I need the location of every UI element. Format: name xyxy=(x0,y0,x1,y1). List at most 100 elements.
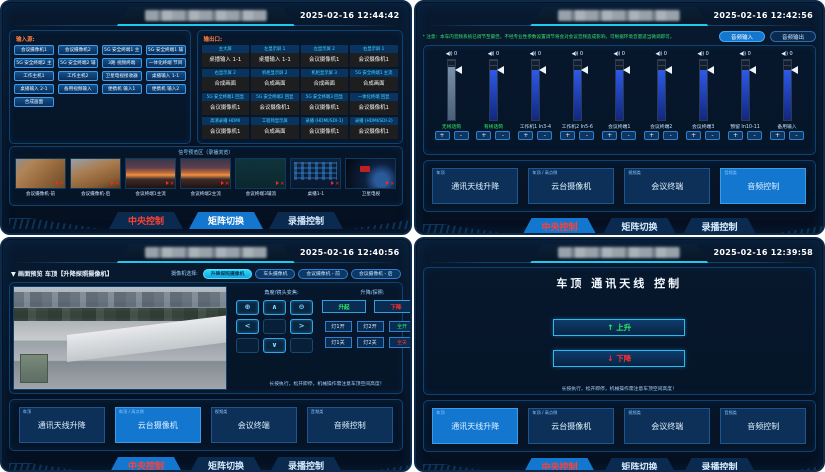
category-button[interactable]: 车顶 / 高点侧 云台摄像机 xyxy=(528,408,614,444)
slider-handle[interactable] xyxy=(455,66,462,74)
output-cell[interactable]: 5G 安全终端3 回显 会议摄像机1 xyxy=(301,93,349,115)
antenna-down-button[interactable]: ↓ 下降 xyxy=(553,350,685,367)
volume-down-button[interactable]: - xyxy=(579,131,594,140)
nav-tab[interactable]: 中央控制 xyxy=(109,212,183,229)
slider-handle[interactable] xyxy=(707,66,714,74)
input-source-button[interactable]: 备用视频输入 xyxy=(58,84,98,94)
input-source-button[interactable]: 桌播输入 2-1 xyxy=(14,84,54,94)
volume-slider[interactable] xyxy=(615,59,624,121)
light-button[interactable]: 灯1关 xyxy=(325,337,352,348)
output-cell[interactable]: 5G 安全终端2 回显 会议摄像机1 xyxy=(251,93,299,115)
volume-slider[interactable] xyxy=(699,59,708,121)
lift-button[interactable]: 升起 xyxy=(322,300,366,313)
nav-tab[interactable]: 录播控制 xyxy=(683,218,757,235)
ptz-button[interactable]: < xyxy=(236,319,259,334)
nav-tab[interactable]: 录播控制 xyxy=(269,457,343,472)
volume-slider[interactable] xyxy=(489,59,498,121)
volume-slider[interactable] xyxy=(447,59,456,121)
volume-down-button[interactable]: - xyxy=(495,131,510,140)
output-cell[interactable]: 高清录播 HDMI 会议摄像机1 xyxy=(202,117,250,139)
volume-slider[interactable] xyxy=(531,59,540,121)
input-source-button[interactable]: 会议摄像机1 xyxy=(14,45,54,55)
output-cell[interactable]: 左显示屏 1 桌播输入 1-1 xyxy=(251,45,299,67)
volume-down-button[interactable]: - xyxy=(663,131,678,140)
volume-slider[interactable] xyxy=(573,59,582,121)
category-button[interactable]: 车顶 通讯天线升降 xyxy=(19,407,105,443)
ptz-button[interactable] xyxy=(290,338,313,353)
category-button[interactable]: 视频类 会议终端 xyxy=(624,408,710,444)
output-cell[interactable]: 5G 安全终端1 回显 会议摄像机1 xyxy=(202,93,250,115)
ptz-button[interactable] xyxy=(263,319,286,334)
output-cell[interactable]: 左显示屏 2 会议摄像机1 xyxy=(301,45,349,67)
volume-up-button[interactable]: + xyxy=(644,131,659,140)
input-source-button[interactable]: 工作主机2 xyxy=(58,71,98,81)
antenna-up-button[interactable]: ↑ 上升 xyxy=(553,319,685,336)
input-source-button[interactable]: 桌播输入 1-1 xyxy=(146,71,186,81)
category-button[interactable]: 音频类 音频控制 xyxy=(720,408,806,444)
preview-thumbnail[interactable]: ✕ 会议摄像机-后 xyxy=(70,158,121,197)
volume-up-button[interactable]: + xyxy=(518,131,533,140)
volume-slider[interactable] xyxy=(783,59,792,121)
volume-up-button[interactable]: + xyxy=(560,131,575,140)
input-source-button[interactable]: 会议摄像机2 xyxy=(58,45,98,55)
volume-down-button[interactable]: - xyxy=(537,131,552,140)
input-source-button[interactable]: 一体化终端 节目 xyxy=(146,58,186,68)
input-source-button[interactable]: 5G 安全终端2 主 xyxy=(14,58,54,68)
camera-select-tab[interactable]: 会议摄像机 - 后 xyxy=(351,269,401,279)
light-button[interactable]: 灯1开 xyxy=(325,321,352,332)
slider-handle[interactable] xyxy=(539,66,546,74)
category-button[interactable]: 车顶 通讯天线升降 xyxy=(432,168,518,204)
nav-tab[interactable]: 录播控制 xyxy=(683,458,757,472)
slider-handle[interactable] xyxy=(665,66,672,74)
volume-up-button[interactable]: + xyxy=(602,131,617,140)
slider-handle[interactable] xyxy=(623,66,630,74)
ptz-button[interactable]: ∨ xyxy=(263,338,286,353)
ptz-button[interactable]: ⊕ xyxy=(236,300,259,315)
nav-tab[interactable]: 中央控制 xyxy=(523,218,597,235)
light-button[interactable]: 灯2关 xyxy=(357,337,384,348)
input-source-button[interactable]: 3路 视频终端 xyxy=(102,58,142,68)
output-cell[interactable]: 机柜显示屏 2 合成画面 xyxy=(251,69,299,91)
light-button[interactable]: 灯2开 xyxy=(357,321,384,332)
category-button[interactable]: 车顶 / 高点侧 云台摄像机 xyxy=(115,407,201,443)
slider-handle[interactable] xyxy=(581,66,588,74)
camera-select-tab[interactable]: 车头摄像机 xyxy=(255,269,295,279)
slider-handle[interactable] xyxy=(791,66,798,74)
output-cell[interactable]: 右显示屏 1 会议摄像机1 xyxy=(350,45,398,67)
nav-tab[interactable]: 中央控制 xyxy=(109,457,183,472)
output-cell[interactable]: 右显示屏 2 合成画面 xyxy=(202,69,250,91)
slider-handle[interactable] xyxy=(749,66,756,74)
lift-button[interactable]: 下降 xyxy=(374,300,412,313)
volume-down-button[interactable]: - xyxy=(621,131,636,140)
audio-input-toggle[interactable]: 音频输入 xyxy=(719,31,765,42)
volume-up-button[interactable]: + xyxy=(435,131,450,140)
volume-up-button[interactable]: + xyxy=(476,131,491,140)
category-button[interactable]: 车顶 / 高点侧 云台摄像机 xyxy=(528,168,614,204)
nav-tab[interactable]: 录播控制 xyxy=(269,212,343,229)
output-cell[interactable]: 5G 安全终端1 主流 合成画面 xyxy=(350,69,398,91)
nav-tab[interactable]: 矩阵切换 xyxy=(603,218,677,235)
input-source-button[interactable]: 工作主机1 xyxy=(14,71,54,81)
output-cell[interactable]: 机柜显示屏 3 合成画面 xyxy=(301,69,349,91)
volume-slider[interactable] xyxy=(657,59,666,121)
volume-up-button[interactable]: + xyxy=(770,131,785,140)
input-source-button[interactable]: 便携机 输入1 xyxy=(102,84,142,94)
preview-thumbnail[interactable]: ✕ 桌播1-1 xyxy=(290,158,341,197)
output-cell[interactable]: 主大屏 桌播输入 1-1 xyxy=(202,45,250,67)
nav-tab[interactable]: 中央控制 xyxy=(523,458,597,472)
volume-up-button[interactable]: + xyxy=(686,131,701,140)
ptz-button[interactable]: ∧ xyxy=(263,300,286,315)
audio-output-toggle[interactable]: 音频输出 xyxy=(770,31,816,42)
output-cell[interactable]: 录播 (HDMI/SDI-1) 会议摄像机1 xyxy=(301,117,349,139)
input-source-button[interactable]: 合成画面 xyxy=(14,97,54,107)
nav-tab[interactable]: 矩阵切换 xyxy=(189,212,263,229)
preview-thumbnail[interactable]: ✕ 会议终端1主流 xyxy=(125,158,176,197)
camera-select-tab[interactable]: 升降探照摄像机 xyxy=(203,269,253,279)
category-button[interactable]: 车顶 通讯天线升降 xyxy=(432,408,518,444)
volume-down-button[interactable]: - xyxy=(705,131,720,140)
preview-thumbnail[interactable]: ✕ 会议终端2主流 xyxy=(180,158,231,197)
category-button[interactable]: 视频类 会议终端 xyxy=(211,407,297,443)
output-cell[interactable]: 工程师显示屏 合成画面 xyxy=(251,117,299,139)
input-source-button[interactable]: 便携机 输入2 xyxy=(146,84,186,94)
ptz-button[interactable]: ⊖ xyxy=(290,300,313,315)
